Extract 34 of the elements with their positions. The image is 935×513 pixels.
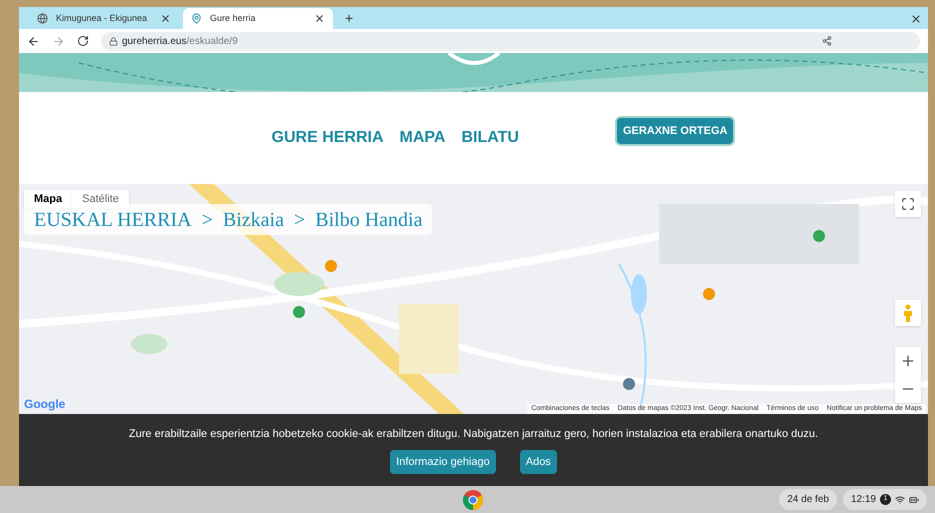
close-icon[interactable] (910, 13, 922, 25)
cookie-text: Zure erabiltzaile esperientzia hobetzeko cookie-ak erabiltzen ditugu. Nabigatzen jarraituz gero, horien instalazioa eta erabilera onartuko duzu. (128, 427, 818, 442)
new-tab-button[interactable]: + (337, 8, 362, 29)
map-logo: Google (24, 396, 66, 413)
chrome-icon[interactable] (463, 490, 483, 510)
nav-link[interactable]: BILATU (461, 126, 519, 150)
close-icon[interactable] (314, 13, 325, 24)
fullscreen-icon (901, 197, 915, 211)
globe-icon (37, 13, 48, 24)
pin-icon (191, 13, 202, 24)
cookie-button[interactable]: Informazio gehiago (390, 450, 496, 474)
separator: > (202, 208, 213, 232)
nav-link[interactable]: MAPA (400, 126, 446, 150)
breadcrumb-link[interactable]: Bilbo Handia (315, 204, 422, 234)
close-icon[interactable] (160, 13, 171, 24)
cookie-button[interactable]: Ados (520, 450, 557, 474)
browser-tab[interactable]: Gure herria (183, 8, 333, 29)
reload-icon[interactable] (77, 35, 89, 47)
date-pill[interactable]: 24 de feb (779, 489, 837, 510)
browser-tab[interactable]: Kimugunea - Ekigunea (29, 8, 179, 29)
person-icon (903, 304, 913, 322)
zoom-in-icon[interactable] (900, 353, 916, 369)
battery-icon (909, 494, 919, 504)
separator: > (294, 208, 306, 232)
clock-text: 12:19 (850, 493, 876, 507)
address-field[interactable]: gureherria.eus/eskualde/9 (101, 32, 920, 50)
breadcrumb-link[interactable]: Bizkaia (222, 204, 284, 234)
fullscreen-button[interactable] (895, 191, 921, 217)
user-button[interactable]: GERAXNE ORTEGA (614, 116, 736, 146)
share-icon[interactable] (822, 36, 832, 46)
lock-icon (109, 36, 118, 46)
nav-link[interactable]: GURE HERRIA (272, 126, 384, 150)
wifi-icon (895, 494, 905, 504)
back-icon[interactable] (27, 34, 40, 48)
